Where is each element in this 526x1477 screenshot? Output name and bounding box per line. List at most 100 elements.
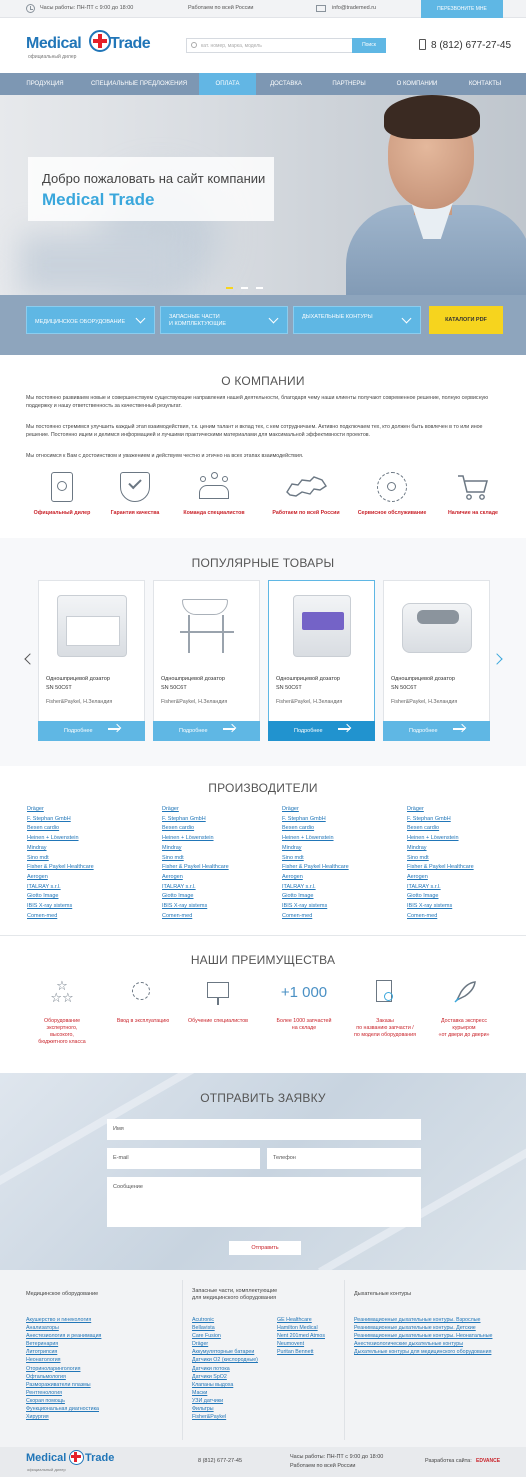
footer-link[interactable]: Неонатология bbox=[26, 1356, 101, 1364]
manufacturer-link[interactable]: Heinen + Löwenstein bbox=[27, 834, 137, 844]
manufacturer-link[interactable]: IBIS X-ray sistems bbox=[407, 902, 517, 912]
search-input[interactable]: кат. номер, марка, модель bbox=[201, 43, 262, 49]
email-field[interactable]: E-mail bbox=[107, 1148, 260, 1169]
manufacturer-link[interactable]: Comen-med bbox=[162, 912, 272, 922]
manufacturer-link[interactable]: Bexen cardio bbox=[282, 824, 392, 834]
footer-link[interactable]: Акушерство и гинекология bbox=[26, 1316, 101, 1324]
catalog-pdf-button[interactable]: Каталоги PDF bbox=[429, 306, 503, 334]
footer-link[interactable]: Ветеринария bbox=[26, 1340, 101, 1348]
footer-link[interactable]: Датчики SpO2 bbox=[192, 1373, 258, 1381]
footer-link[interactable]: Анестезиологические дыхательные контуры bbox=[354, 1340, 492, 1348]
manufacturer-link[interactable]: Mindray bbox=[407, 844, 517, 854]
email-link[interactable]: info@trademed.ru bbox=[332, 5, 376, 11]
manufacturer-link[interactable]: Mindray bbox=[282, 844, 392, 854]
footer-link[interactable]: Реанимационные дыхательные контуры. Детс… bbox=[354, 1324, 492, 1332]
footer-link[interactable]: Hamilton Medical bbox=[277, 1324, 325, 1332]
manufacturer-link[interactable]: Giotto Image bbox=[407, 892, 517, 902]
footer-link[interactable]: Анализаторы bbox=[26, 1324, 101, 1332]
manufacturer-link[interactable]: F. Stephan GmbH bbox=[162, 815, 272, 825]
manufacturer-link[interactable]: ITALRAY s.r.l. bbox=[27, 883, 137, 893]
footer-link[interactable]: Литотрипсия bbox=[26, 1348, 101, 1356]
footer-link[interactable]: Хирургия bbox=[26, 1413, 101, 1421]
nav-payment[interactable]: Оплата bbox=[199, 73, 256, 95]
search-button[interactable]: Поиск bbox=[352, 38, 386, 53]
manufacturer-link[interactable]: Fisher & Paykel Healthcare bbox=[407, 863, 517, 873]
footer-link[interactable]: Dräger bbox=[192, 1340, 258, 1348]
nav-special-offers[interactable]: Специальные предложения bbox=[86, 73, 192, 95]
manufacturer-link[interactable]: Giotto Image bbox=[282, 892, 392, 902]
manufacturer-link[interactable]: Heinen + Löwenstein bbox=[407, 834, 517, 844]
footer-link[interactable]: Дыхательные контуры для медицинского обо… bbox=[354, 1348, 492, 1356]
slider-dot[interactable] bbox=[256, 287, 263, 289]
footer-link[interactable]: Функциональная диагностика bbox=[26, 1405, 101, 1413]
footer-link[interactable]: Nent 201med Atmos bbox=[277, 1332, 325, 1340]
manufacturer-link[interactable]: Comen-med bbox=[282, 912, 392, 922]
header-phone[interactable]: 8 (812) 677-27-45 bbox=[431, 40, 511, 51]
message-field[interactable]: Сообщение bbox=[107, 1177, 421, 1227]
category-spare-parts[interactable]: Запасные части и комплектующие bbox=[160, 306, 288, 334]
nav-products[interactable]: Продукция bbox=[20, 73, 70, 95]
footer-link[interactable]: Neumovent bbox=[277, 1340, 325, 1348]
footer-link[interactable]: Размораживатели плазмы bbox=[26, 1381, 101, 1389]
manufacturer-link[interactable]: F. Stephan GmbH bbox=[27, 815, 137, 825]
footer-link[interactable]: Puritan Bennett bbox=[277, 1348, 325, 1356]
manufacturer-link[interactable]: Dräger bbox=[282, 805, 392, 815]
manufacturer-link[interactable]: Aerogen bbox=[407, 873, 517, 883]
product-more-button[interactable]: Подробнее bbox=[268, 721, 375, 741]
manufacturer-link[interactable]: Fisher & Paykel Healthcare bbox=[282, 863, 392, 873]
footer-link[interactable]: Клапаны выдоха bbox=[192, 1381, 258, 1389]
manufacturer-link[interactable]: Mindray bbox=[162, 844, 272, 854]
manufacturer-link[interactable]: Aerogen bbox=[282, 873, 392, 883]
product-more-button[interactable]: Подробнее bbox=[38, 721, 145, 741]
manufacturer-link[interactable]: ITALRAY s.r.l. bbox=[407, 883, 517, 893]
footer-link[interactable]: Fisher&Paykel bbox=[192, 1413, 258, 1421]
manufacturer-link[interactable]: ITALRAY s.r.l. bbox=[282, 883, 392, 893]
product-more-button[interactable]: Подробнее bbox=[153, 721, 260, 741]
footer-link[interactable]: Анестезиология и реанимация bbox=[26, 1332, 101, 1340]
callback-button[interactable]: Перезвоните мне bbox=[421, 0, 503, 18]
manufacturer-link[interactable]: IBIS X-ray sistems bbox=[162, 902, 272, 912]
manufacturer-link[interactable]: Mindray bbox=[27, 844, 137, 854]
phone-field[interactable]: Телефон bbox=[267, 1148, 421, 1169]
footer-link[interactable]: Bellavista bbox=[192, 1324, 258, 1332]
manufacturer-link[interactable]: Heinen + Löwenstein bbox=[282, 834, 392, 844]
category-breathing-circuits[interactable]: Дыхательные контуры bbox=[293, 306, 421, 334]
footer-phone[interactable]: 8 (812) 677-27-45 bbox=[198, 1458, 242, 1464]
footer-link[interactable]: Аккумуляторные батареи bbox=[192, 1348, 258, 1356]
product-card[interactable]: Одношприцевой дозатор SN 50C6T Fisher&Pay… bbox=[153, 580, 260, 741]
logo[interactable]: Medical Trade официальный дилер bbox=[26, 30, 151, 64]
manufacturer-link[interactable]: Heinen + Löwenstein bbox=[162, 834, 272, 844]
footer-link[interactable]: Acutronic bbox=[192, 1316, 258, 1324]
manufacturer-link[interactable]: F. Stephan GmbH bbox=[407, 815, 517, 825]
footer-link[interactable]: Скорая помощь bbox=[26, 1397, 101, 1405]
manufacturer-link[interactable]: Sino mdt bbox=[27, 854, 137, 864]
manufacturer-link[interactable]: Sino mdt bbox=[162, 854, 272, 864]
footer-link[interactable]: УЗИ датчики bbox=[192, 1397, 258, 1405]
manufacturer-link[interactable]: F. Stephan GmbH bbox=[282, 815, 392, 825]
product-more-button[interactable]: Подробнее bbox=[383, 721, 490, 741]
category-medical-equipment[interactable]: Медицинское оборудование bbox=[26, 306, 155, 334]
search-bar[interactable]: кат. номер, марка, модель Поиск bbox=[186, 38, 386, 53]
manufacturer-link[interactable]: Sino mdt bbox=[282, 854, 392, 864]
manufacturer-link[interactable]: IBIS X-ray sistems bbox=[282, 902, 392, 912]
manufacturer-link[interactable]: Giotto Image bbox=[162, 892, 272, 902]
footer-link[interactable]: Care Fusion bbox=[192, 1332, 258, 1340]
manufacturer-link[interactable]: Comen-med bbox=[27, 912, 137, 922]
manufacturer-link[interactable]: Bexen cardio bbox=[27, 824, 137, 834]
footer-link[interactable]: Фильтры bbox=[192, 1405, 258, 1413]
manufacturer-link[interactable]: Bexen cardio bbox=[407, 824, 517, 834]
developer-logo[interactable]: EDVANCE bbox=[476, 1458, 500, 1464]
footer-link[interactable]: Оториноларингология bbox=[26, 1365, 101, 1373]
manufacturer-link[interactable]: Dräger bbox=[407, 805, 517, 815]
manufacturer-link[interactable]: Bexen cardio bbox=[162, 824, 272, 834]
nav-contacts[interactable]: Контакты bbox=[460, 73, 510, 95]
nav-about[interactable]: О компании bbox=[389, 73, 445, 95]
footer-logo[interactable]: Medical Trade официальный дилер bbox=[26, 1450, 114, 1474]
nav-delivery[interactable]: Доставка bbox=[262, 73, 310, 95]
footer-link[interactable]: Офтальмология bbox=[26, 1373, 101, 1381]
manufacturer-link[interactable]: Comen-med bbox=[407, 912, 517, 922]
manufacturer-link[interactable]: Fisher & Paykel Healthcare bbox=[27, 863, 137, 873]
footer-link[interactable]: Рентгенология bbox=[26, 1389, 101, 1397]
product-card-selected[interactable]: Одношприцевой дозатор SN 50C6T Fisher&Pay… bbox=[268, 580, 375, 741]
manufacturer-link[interactable]: Giotto Image bbox=[27, 892, 137, 902]
